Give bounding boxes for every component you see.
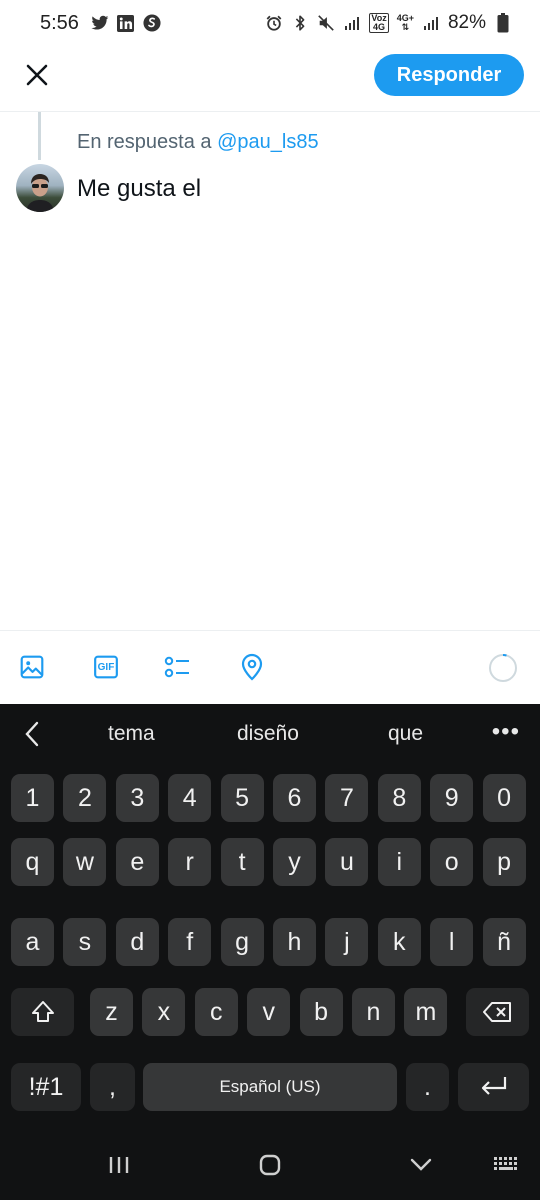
close-button[interactable] <box>20 58 54 92</box>
gif-label: GIF <box>97 661 115 673</box>
key-row3-4[interactable]: b <box>299 988 343 1036</box>
key-numbers-1[interactable]: 2 <box>63 774 107 822</box>
backspace-key[interactable] <box>466 988 529 1036</box>
key-row1-1[interactable]: w <box>63 838 107 886</box>
voz-4g-indicator: Voz 4G <box>369 13 389 33</box>
avatar[interactable] <box>16 164 64 212</box>
hide-keyboard-icon[interactable] <box>401 1150 441 1180</box>
suggestion-bar: tema diseño que ••• <box>0 704 540 764</box>
signal-icon <box>343 14 361 32</box>
4g-plus-indicator: 4G+ ⇅ <box>396 13 414 32</box>
shift-icon <box>31 1001 54 1022</box>
suggestion-2[interactable]: diseño <box>237 722 299 746</box>
shazam-icon <box>143 14 161 32</box>
shift-key[interactable] <box>11 988 74 1036</box>
image-icon <box>20 655 44 679</box>
data-arrows-icon: ⇅ <box>401 22 410 32</box>
poll-button[interactable] <box>162 651 194 683</box>
location-icon <box>241 653 263 681</box>
key-row2-2[interactable]: d <box>115 918 159 966</box>
enter-icon <box>481 1077 506 1095</box>
reply-mention-link[interactable]: @pau_ls85 <box>217 131 318 153</box>
key-row2-7[interactable]: k <box>377 918 421 966</box>
reply-button[interactable]: Responder <box>374 54 524 96</box>
key-numbers-2[interactable]: 3 <box>115 774 159 822</box>
in-reply-prefix: En respuesta a <box>77 131 212 153</box>
key-numbers-5[interactable]: 6 <box>273 774 316 822</box>
key-row2-3[interactable]: f <box>168 918 212 966</box>
key-numbers-6[interactable]: 7 <box>325 774 369 822</box>
key-row3-5[interactable]: n <box>352 988 395 1036</box>
key-row2-4[interactable]: g <box>220 918 264 966</box>
key-row2-5[interactable]: h <box>273 918 316 966</box>
key-row3-3[interactable]: v <box>247 988 291 1036</box>
key-row2-8[interactable]: l <box>430 918 474 966</box>
key-numbers-9[interactable]: 0 <box>482 774 526 822</box>
key-row3-6[interactable]: m <box>404 988 448 1036</box>
signal-icon-2 <box>422 14 440 32</box>
key-row1-0[interactable]: q <box>11 838 54 886</box>
key-row1-3[interactable]: r <box>168 838 212 886</box>
key-row2-0[interactable]: a <box>11 918 54 966</box>
mute-icon <box>317 14 335 32</box>
image-button[interactable] <box>16 651 48 683</box>
alarm-icon <box>265 14 283 32</box>
system-nav-bar <box>0 1130 540 1200</box>
key-numbers-4[interactable]: 5 <box>220 774 264 822</box>
comma-key[interactable]: , <box>90 1063 135 1111</box>
key-row3-0[interactable]: z <box>90 988 133 1036</box>
compose-toolbar: GIF <box>0 630 540 704</box>
key-row3-2[interactable]: c <box>194 988 238 1036</box>
key-row1-2[interactable]: e <box>115 838 159 886</box>
key-row1-4[interactable]: t <box>220 838 264 886</box>
key-numbers-0[interactable]: 1 <box>11 774 54 822</box>
battery-icon <box>494 13 512 33</box>
key-row3-1[interactable]: x <box>142 988 186 1036</box>
key-numbers-7[interactable]: 8 <box>377 774 421 822</box>
in-reply-to: En respuesta a @pau_ls85 <box>77 131 319 154</box>
bluetooth-icon <box>291 14 309 32</box>
back-arrow-icon[interactable] <box>18 720 46 748</box>
key-numbers-8[interactable]: 9 <box>430 774 474 822</box>
close-icon <box>26 64 48 86</box>
enter-key[interactable] <box>458 1063 529 1111</box>
location-button[interactable] <box>236 651 268 683</box>
status-bar: 5:56 Voz 4G 4G+ ⇅ 82% <box>0 0 540 46</box>
backspace-icon <box>482 1002 511 1022</box>
character-progress-ring <box>489 654 517 682</box>
poll-icon <box>164 656 189 678</box>
thread-line <box>38 112 41 160</box>
key-row2-6[interactable]: j <box>325 918 369 966</box>
period-key[interactable]: . <box>406 1063 449 1111</box>
twitter-icon <box>91 14 109 32</box>
keyboard-switch-icon[interactable] <box>486 1150 526 1180</box>
status-time: 5:56 <box>40 11 79 34</box>
more-options-icon[interactable]: ••• <box>492 718 520 746</box>
tweet-text-input[interactable]: Me gusta el <box>77 175 201 203</box>
key-row1-5[interactable]: y <box>273 838 316 886</box>
key-row1-8[interactable]: o <box>430 838 474 886</box>
symbols-key[interactable]: !#1 <box>11 1063 81 1111</box>
keyboard: tema diseño que ••• 1234567890 qwertyuiop… <box>0 704 540 1200</box>
key-row2-9[interactable]: ñ <box>482 918 526 966</box>
key-numbers-3[interactable]: 4 <box>168 774 212 822</box>
compose-header: Responder <box>0 46 540 112</box>
space-key[interactable]: Español (US) <box>143 1063 397 1111</box>
key-row1-7[interactable]: i <box>377 838 421 886</box>
home-icon[interactable] <box>250 1150 290 1180</box>
suggestion-3[interactable]: que <box>388 722 423 746</box>
gif-button[interactable]: GIF <box>90 651 122 683</box>
key-row2-1[interactable]: s <box>63 918 107 966</box>
suggestion-1[interactable]: tema <box>108 722 155 746</box>
linkedin-icon <box>117 14 135 32</box>
recent-apps-icon[interactable] <box>99 1150 139 1180</box>
key-row1-6[interactable]: u <box>325 838 369 886</box>
key-row1-9[interactable]: p <box>482 838 526 886</box>
battery-percent: 82% <box>447 12 486 33</box>
